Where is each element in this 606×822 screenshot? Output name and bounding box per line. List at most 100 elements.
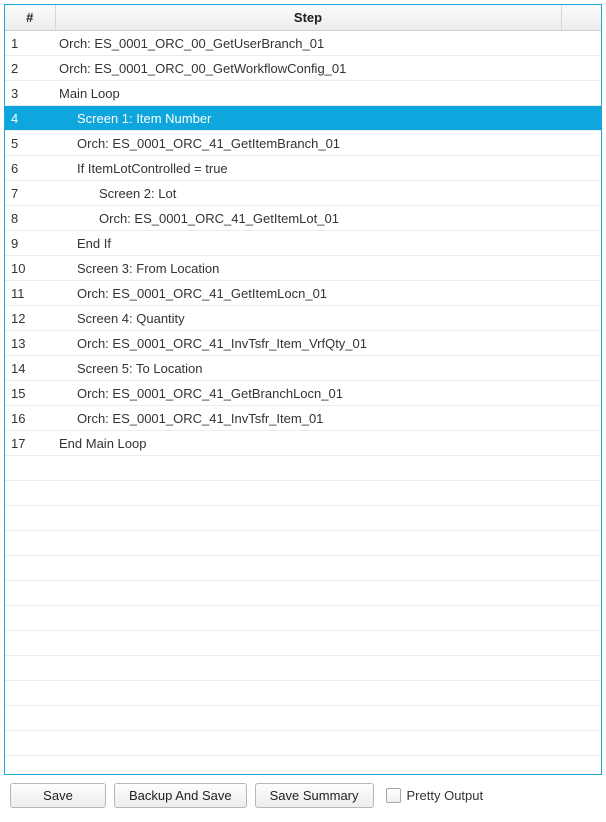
row-extra xyxy=(561,381,601,406)
table-row-empty[interactable] xyxy=(5,481,601,506)
table-row-empty[interactable] xyxy=(5,656,601,681)
row-num: 17 xyxy=(5,431,55,456)
table-row[interactable]: 11Orch: ES_0001_ORC_41_GetItemLocn_01 xyxy=(5,281,601,306)
table-row[interactable]: 3Main Loop xyxy=(5,81,601,106)
pretty-output-wrap: Pretty Output xyxy=(386,788,484,803)
empty-cell xyxy=(561,531,601,556)
table-row[interactable]: 14Screen 5: To Location xyxy=(5,356,601,381)
row-extra xyxy=(561,56,601,81)
row-extra xyxy=(561,206,601,231)
table-row-empty[interactable] xyxy=(5,606,601,631)
empty-cell xyxy=(561,731,601,756)
row-num: 16 xyxy=(5,406,55,431)
table-row[interactable]: 5Orch: ES_0001_ORC_41_GetItemBranch_01 xyxy=(5,131,601,156)
empty-cell xyxy=(5,731,55,756)
table-row[interactable]: 7Screen 2: Lot xyxy=(5,181,601,206)
row-num: 11 xyxy=(5,281,55,306)
table-row-empty[interactable] xyxy=(5,556,601,581)
header-num[interactable]: # xyxy=(5,5,55,31)
header-row: # Step xyxy=(5,5,601,31)
row-extra xyxy=(561,31,601,56)
row-step: Orch: ES_0001_ORC_41_GetBranchLocn_01 xyxy=(55,381,561,406)
table-row-empty[interactable] xyxy=(5,456,601,481)
row-step: End If xyxy=(55,231,561,256)
empty-cell xyxy=(561,506,601,531)
empty-cell xyxy=(55,506,561,531)
table-row[interactable]: 10Screen 3: From Location xyxy=(5,256,601,281)
empty-cell xyxy=(5,706,55,731)
empty-cell xyxy=(55,581,561,606)
empty-cell xyxy=(5,506,55,531)
table-row[interactable]: 9End If xyxy=(5,231,601,256)
table-row-empty[interactable] xyxy=(5,681,601,706)
row-step: Orch: ES_0001_ORC_41_GetItemLocn_01 xyxy=(55,281,561,306)
row-extra xyxy=(561,231,601,256)
empty-cell xyxy=(561,456,601,481)
row-extra xyxy=(561,406,601,431)
row-step: Orch: ES_0001_ORC_41_InvTsfr_Item_VrfQty… xyxy=(55,331,561,356)
empty-cell xyxy=(5,681,55,706)
table-row[interactable]: 17End Main Loop xyxy=(5,431,601,456)
row-step: Orch: ES_0001_ORC_41_GetItemBranch_01 xyxy=(55,131,561,156)
button-bar: Save Backup And Save Save Summary Pretty… xyxy=(4,775,602,818)
backup-save-button[interactable]: Backup And Save xyxy=(114,783,247,808)
table-body: 1Orch: ES_0001_ORC_00_GetUserBranch_012O… xyxy=(5,31,601,756)
row-num: 5 xyxy=(5,131,55,156)
table-row[interactable]: 15Orch: ES_0001_ORC_41_GetBranchLocn_01 xyxy=(5,381,601,406)
row-step: Orch: ES_0001_ORC_00_GetWorkflowConfig_0… xyxy=(55,56,561,81)
empty-cell xyxy=(5,456,55,481)
table-row[interactable]: 13Orch: ES_0001_ORC_41_InvTsfr_Item_VrfQ… xyxy=(5,331,601,356)
empty-cell xyxy=(55,731,561,756)
empty-cell xyxy=(5,656,55,681)
row-step: Screen 5: To Location xyxy=(55,356,561,381)
table-row-empty[interactable] xyxy=(5,706,601,731)
empty-cell xyxy=(55,706,561,731)
row-extra xyxy=(561,81,601,106)
save-summary-button[interactable]: Save Summary xyxy=(255,783,374,808)
row-num: 2 xyxy=(5,56,55,81)
row-num: 9 xyxy=(5,231,55,256)
row-extra xyxy=(561,281,601,306)
header-extra[interactable] xyxy=(561,5,601,31)
row-extra xyxy=(561,156,601,181)
table-row-empty[interactable] xyxy=(5,531,601,556)
pretty-output-checkbox[interactable] xyxy=(386,788,401,803)
row-extra xyxy=(561,331,601,356)
row-step: Main Loop xyxy=(55,81,561,106)
row-step: If ItemLotControlled = true xyxy=(55,156,561,181)
table-row-empty[interactable] xyxy=(5,506,601,531)
row-num: 1 xyxy=(5,31,55,56)
table-row-empty[interactable] xyxy=(5,731,601,756)
save-button[interactable]: Save xyxy=(10,783,106,808)
row-extra xyxy=(561,106,601,131)
table-row[interactable]: 16Orch: ES_0001_ORC_41_InvTsfr_Item_01 xyxy=(5,406,601,431)
table-row[interactable]: 8Orch: ES_0001_ORC_41_GetItemLot_01 xyxy=(5,206,601,231)
table-row-empty[interactable] xyxy=(5,581,601,606)
steps-table-container: # Step 1Orch: ES_0001_ORC_00_GetUserBran… xyxy=(4,4,602,775)
empty-cell xyxy=(5,631,55,656)
header-step[interactable]: Step xyxy=(55,5,561,31)
empty-cell xyxy=(561,581,601,606)
empty-cell xyxy=(561,481,601,506)
empty-cell xyxy=(5,581,55,606)
empty-cell xyxy=(5,481,55,506)
empty-cell xyxy=(561,681,601,706)
row-step: Orch: ES_0001_ORC_00_GetUserBranch_01 xyxy=(55,31,561,56)
table-row[interactable]: 6If ItemLotControlled = true xyxy=(5,156,601,181)
row-step: End Main Loop xyxy=(55,431,561,456)
row-extra xyxy=(561,131,601,156)
empty-cell xyxy=(5,556,55,581)
steps-table: # Step 1Orch: ES_0001_ORC_00_GetUserBran… xyxy=(5,5,601,756)
empty-cell xyxy=(55,681,561,706)
empty-cell xyxy=(5,531,55,556)
table-row[interactable]: 4Screen 1: Item Number xyxy=(5,106,601,131)
table-row-empty[interactable] xyxy=(5,631,601,656)
table-row[interactable]: 1Orch: ES_0001_ORC_00_GetUserBranch_01 xyxy=(5,31,601,56)
empty-cell xyxy=(561,656,601,681)
row-step: Screen 2: Lot xyxy=(55,181,561,206)
row-extra xyxy=(561,431,601,456)
table-row[interactable]: 2Orch: ES_0001_ORC_00_GetWorkflowConfig_… xyxy=(5,56,601,81)
row-num: 13 xyxy=(5,331,55,356)
table-row[interactable]: 12Screen 4: Quantity xyxy=(5,306,601,331)
row-num: 15 xyxy=(5,381,55,406)
